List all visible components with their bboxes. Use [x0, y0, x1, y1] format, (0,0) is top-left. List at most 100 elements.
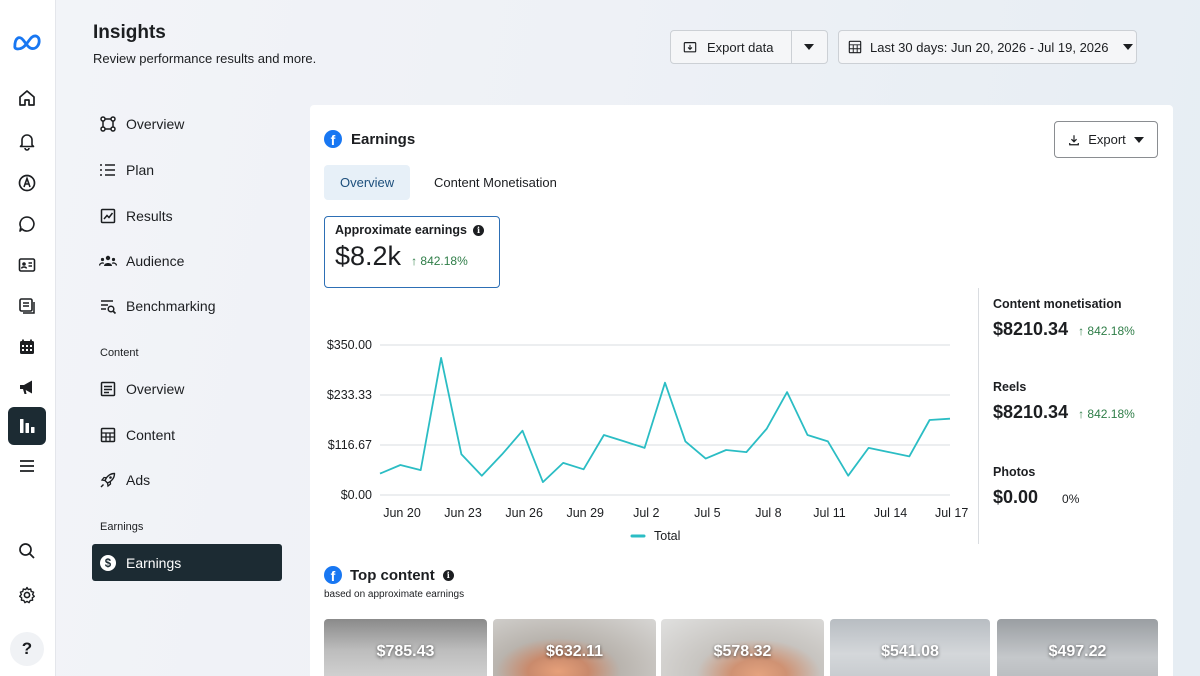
calendar-icon[interactable]: [8, 328, 46, 366]
y-tick-label: $233.33: [327, 388, 372, 402]
reels-value: $8210.34: [993, 402, 1069, 422]
earnings-card: f Earnings Export Overview Content Monet…: [310, 105, 1173, 676]
x-tick-label: Jul 5: [694, 506, 720, 520]
tab-overview[interactable]: Overview: [324, 165, 411, 200]
sidebar-item-plan[interactable]: Plan: [92, 152, 282, 188]
reels-delta: ↑ 842.18%: [1078, 407, 1135, 421]
earnings-title: Earnings: [351, 130, 416, 148]
caret-down-icon: [1133, 136, 1144, 143]
sidebar-item-results[interactable]: Results: [92, 198, 282, 234]
x-tick-label: Jun 29: [566, 506, 604, 520]
benchmarking-icon: [101, 300, 117, 315]
bell-icon[interactable]: [8, 122, 46, 160]
top-content-thumbnail[interactable]: $578.32: [661, 619, 824, 676]
top-content-earnings: $497.22: [1048, 643, 1107, 660]
approximate-earnings-delta-value: 842.18%: [420, 254, 468, 268]
approximate-earnings-delta: ↑ 842.18%: [411, 254, 468, 268]
caret-down-icon: [804, 44, 815, 50]
earnings-line-chart: $350.00 $233.33 $116.67 $0.00 Jun 20 Jun 23 Ju…: [327, 338, 969, 543]
chat-bubble-icon[interactable]: [8, 205, 46, 243]
plan-list-icon: [100, 164, 115, 176]
contact-card-icon[interactable]: [8, 246, 46, 284]
at-icon[interactable]: [8, 164, 46, 202]
y-tick-label: $350.00: [327, 338, 372, 352]
reels-delta-value: 842.18%: [1087, 407, 1135, 421]
x-tick-label: Jul 2: [633, 506, 659, 520]
approximate-earnings-card[interactable]: Approximate earnings i $8.2k ↑ 842.18%: [324, 216, 500, 288]
info-icon[interactable]: i: [442, 569, 454, 581]
gear-icon[interactable]: [8, 576, 46, 614]
insights-bar-chart-icon[interactable]: [8, 407, 46, 445]
download-folder-icon: [683, 42, 697, 53]
sidebar-item-content-overview[interactable]: Overview: [92, 371, 282, 407]
reels-row: $8210.34 ↑ 842.18%: [993, 402, 1135, 423]
menu-icon[interactable]: [8, 447, 46, 485]
y-tick-label: $116.67: [328, 438, 372, 452]
sidebar-item-ads[interactable]: Ads: [92, 462, 282, 498]
sidebar-item-label: Audience: [126, 253, 185, 269]
export-label: Export: [1088, 132, 1126, 147]
ads-rocket-icon: [100, 472, 116, 488]
sidebar-item-label: Results: [126, 208, 173, 224]
download-icon: [1069, 134, 1080, 145]
content-monetisation-metric: Content monetisation $8210.34 ↑ 842.18%: [993, 297, 1135, 340]
sidebar-item-overview[interactable]: Overview: [92, 106, 282, 142]
home-icon[interactable]: [8, 79, 46, 117]
content-monetisation-label: Content monetisation: [993, 297, 1122, 311]
sidebar-section-content: Content: [100, 347, 139, 359]
megaphone-icon[interactable]: [8, 368, 46, 406]
x-tick-label: Jul 14: [874, 506, 907, 520]
photos-delta: 0%: [1062, 492, 1080, 506]
export-data-dropdown-button[interactable]: [792, 31, 828, 63]
sidebar-item-label: Content: [126, 427, 176, 443]
sidebar-item-audience[interactable]: Audience: [92, 243, 282, 279]
date-range-picker[interactable]: Last 30 days: Jun 20, 2026 - Jul 19, 202…: [838, 30, 1137, 64]
calendar-grid-icon: [848, 40, 862, 54]
export-data-main[interactable]: Export data: [671, 31, 792, 63]
top-content-earnings: $632.11: [546, 643, 603, 660]
sidebar-item-label: Benchmarking: [126, 298, 216, 314]
export-data-label: Export data: [707, 39, 774, 55]
sidebar-item-label: Earnings: [126, 554, 182, 571]
content-monetisation-row: $8210.34 ↑ 842.18%: [993, 319, 1135, 340]
export-button[interactable]: Export: [1054, 121, 1158, 158]
top-content-thumbnail[interactable]: $497.22: [997, 619, 1158, 676]
tab-content-monetisation[interactable]: Content Monetisation: [418, 165, 573, 200]
page-title: Insights: [93, 22, 166, 43]
photos-metric: Photos $0.00 0%: [993, 465, 1079, 508]
search-icon[interactable]: [8, 532, 46, 570]
top-content-earnings: $785.43: [376, 643, 435, 660]
photos-value: $0.00: [993, 487, 1039, 507]
vertical-divider: [978, 288, 979, 544]
sidebar-item-content[interactable]: Content: [92, 417, 282, 453]
meta-logo-icon[interactable]: [8, 23, 46, 61]
help-icon[interactable]: ?: [10, 632, 44, 666]
overview-icon: [100, 116, 116, 132]
approximate-earnings-label: Approximate earnings: [335, 223, 467, 237]
export-data-button[interactable]: Export data: [670, 30, 828, 64]
top-content-thumbnail[interactable]: $541.08: [830, 619, 990, 676]
content-monetisation-delta-value: 842.18%: [1087, 324, 1135, 338]
dollar-icon: $: [100, 554, 116, 571]
audience-icon: [99, 255, 117, 266]
earnings-header: f Earnings: [324, 130, 415, 148]
sidebar-item-label: Ads: [126, 472, 151, 488]
x-tick-label: Jul 17: [935, 506, 968, 520]
top-content-thumbnail[interactable]: $632.11: [493, 619, 656, 676]
x-tick-label: Jun 23: [444, 506, 482, 520]
top-content-thumbnail[interactable]: $785.43: [324, 619, 487, 676]
top-content-earnings: $541.08: [881, 643, 939, 660]
pages-icon[interactable]: [8, 287, 46, 325]
content-monetisation-value: $8210.34: [993, 319, 1069, 339]
page-subtitle: Review performance results and more.: [93, 51, 317, 66]
top-content-earnings: $578.32: [713, 643, 772, 660]
approximate-earnings-value-row: $8.2k ↑ 842.18%: [335, 241, 489, 272]
reels-label: Reels: [993, 380, 1027, 394]
sidebar-section-earnings: Earnings: [100, 521, 144, 533]
date-range-label: Last 30 days: Jun 20, 2026 - Jul 19, 202…: [870, 39, 1109, 55]
sidebar-item-earnings[interactable]: $ Earnings: [92, 544, 282, 581]
info-icon[interactable]: i: [472, 224, 484, 236]
arrow-up-icon: ↑: [411, 254, 421, 268]
legend-label: Total: [654, 529, 680, 543]
sidebar-item-benchmarking[interactable]: Benchmarking: [92, 288, 282, 324]
